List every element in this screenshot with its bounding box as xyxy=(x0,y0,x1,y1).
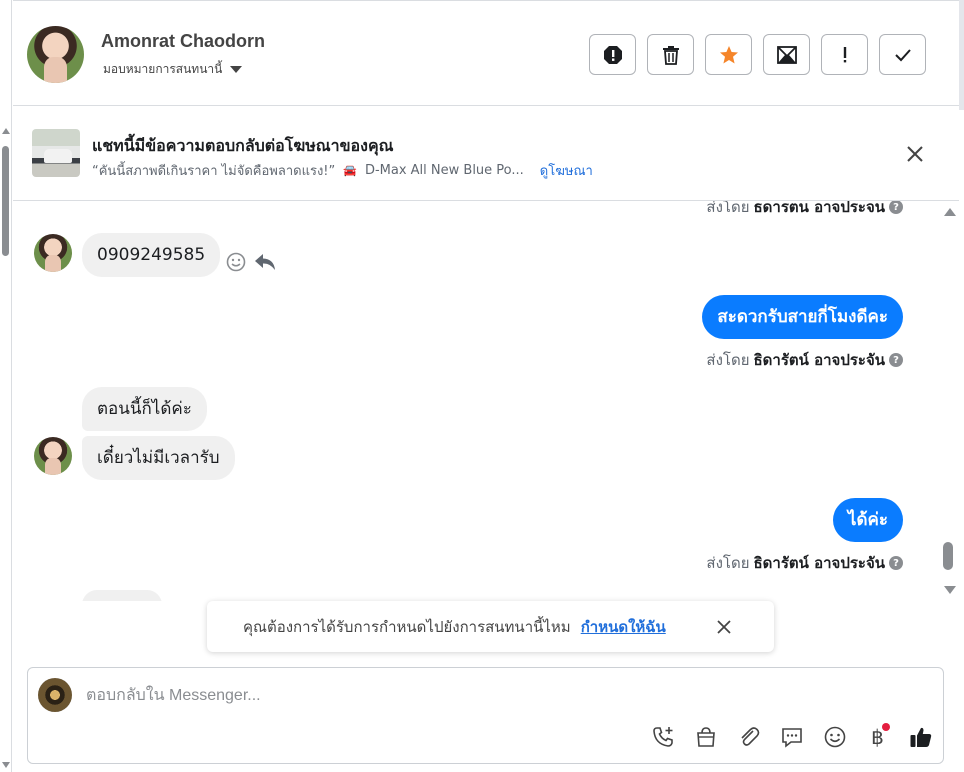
attach-button[interactable] xyxy=(734,722,763,752)
reply-icon[interactable] xyxy=(254,252,276,272)
incoming-message[interactable]: เดี๋ยวไม่มีเวลารับ xyxy=(82,436,235,480)
help-icon[interactable]: ? xyxy=(889,201,903,214)
sent-by-prefix: ส่งโดย xyxy=(706,554,750,572)
star-button[interactable] xyxy=(705,34,752,75)
thread-scrollbar[interactable] xyxy=(941,201,957,601)
shop-button[interactable] xyxy=(691,722,720,752)
message-actions xyxy=(226,252,276,272)
mark-unread-button[interactable] xyxy=(763,34,810,75)
outgoing-message[interactable]: ได้ค่ะ xyxy=(832,498,903,542)
help-icon[interactable]: ? xyxy=(889,353,903,367)
sent-by-label: ส่งโดย ธิดารัตน์ อาจประจัน ? xyxy=(706,551,903,575)
view-ad-link[interactable]: ดูโฆษณา xyxy=(540,160,593,181)
trash-icon xyxy=(662,45,679,65)
thumbs-up-icon xyxy=(910,727,931,747)
spam-button[interactable] xyxy=(589,34,636,75)
follow-up-button[interactable] xyxy=(821,34,868,75)
notification-dot xyxy=(882,723,890,731)
shopping-bag-icon xyxy=(696,727,715,747)
scroll-thumb[interactable] xyxy=(943,542,953,570)
right-edge-divider xyxy=(959,0,964,110)
assign-prompt-toast: คุณต้องการได้รับการกำหนดไปยังการสนทนานี้… xyxy=(207,601,774,652)
done-button[interactable] xyxy=(879,34,926,75)
contact-name[interactable]: Amonrat Chaodorn xyxy=(101,31,265,52)
outgoing-message[interactable]: สะดวกรับสายกี่โมงดีคะ xyxy=(702,295,903,339)
assign-conversation-dropdown[interactable]: มอบหมายการสนทนานี้ xyxy=(103,60,243,79)
assign-to-me-link[interactable]: กำหนดให้ฉัน xyxy=(581,615,666,639)
ad-thumbnail[interactable] xyxy=(32,129,80,177)
incoming-message-partial[interactable] xyxy=(82,590,162,601)
scroll-up-arrow-icon[interactable] xyxy=(944,208,956,216)
chat-bubble-icon xyxy=(781,728,802,748)
exclamation-icon xyxy=(843,46,846,62)
message-thread[interactable]: ส่งโดย ธดารตน อาจประจน ? 0909249585 สะดว… xyxy=(13,201,943,601)
exclamation-octagon-icon xyxy=(603,45,622,64)
emoji-reaction-icon[interactable] xyxy=(226,252,246,272)
envelope-icon xyxy=(776,45,797,64)
contact-avatar[interactable] xyxy=(27,26,84,83)
left-scrollbar[interactable] xyxy=(0,0,12,772)
reply-composer: ฿ xyxy=(27,667,944,764)
emoji-button[interactable] xyxy=(820,722,849,752)
saved-replies-button[interactable] xyxy=(777,722,806,752)
scroll-down-arrow-icon[interactable] xyxy=(944,586,956,594)
call-button[interactable] xyxy=(648,722,677,752)
paperclip-icon xyxy=(740,727,759,746)
help-icon[interactable]: ? xyxy=(889,556,903,570)
emoji-icon xyxy=(824,726,845,748)
conversation-header: Amonrat Chaodorn มอบหมายการสนทนานี้ xyxy=(13,0,959,106)
ad-banner-title: แชทนี้มีข้อความตอบกลับต่อโฆษณาของคุณ xyxy=(92,136,394,155)
agent-name: ธิดารัตน์ อาจประจัน xyxy=(753,351,886,369)
delete-button[interactable] xyxy=(647,34,694,75)
agent-name: ธดารตน อาจประจน xyxy=(753,201,886,216)
close-icon[interactable] xyxy=(714,617,734,637)
checkmark-icon xyxy=(894,48,911,61)
incoming-message[interactable]: 0909249585 xyxy=(82,233,221,277)
car-icon: 🚘 xyxy=(343,164,357,177)
composer-tools: ฿ xyxy=(648,722,935,752)
payment-button[interactable]: ฿ xyxy=(863,722,892,752)
customer-avatar[interactable] xyxy=(34,234,72,272)
star-icon xyxy=(719,45,738,63)
ad-banner-subtitle: “คันนี้สภาพดีเกินราคา ไม่จัดคือพลาดแรง!”… xyxy=(92,160,593,181)
incoming-message[interactable]: ตอนนี้ก็ได้ค่ะ xyxy=(82,387,207,431)
assign-label: มอบหมายการสนทนานี้ xyxy=(103,62,223,76)
chevron-down-icon xyxy=(230,66,243,73)
scroll-thumb[interactable] xyxy=(2,146,9,256)
sent-by-prefix: ส่งโดย xyxy=(706,351,750,369)
customer-avatar[interactable] xyxy=(34,437,72,475)
close-icon[interactable] xyxy=(903,142,927,166)
ad-quote: “คันนี้สภาพดีเกินราคา ไม่จัดคือพลาดแรง!” xyxy=(92,164,336,179)
scroll-up-arrow-icon[interactable] xyxy=(2,128,10,134)
page-avatar xyxy=(38,678,72,712)
ad-reply-banner: แชทนี้มีข้อความตอบกลับต่อโฆษณาของคุณ “คั… xyxy=(13,106,959,201)
sent-by-label: ส่งโดย ธดารตน อาจประจน ? xyxy=(706,201,903,219)
reply-input[interactable] xyxy=(86,684,906,708)
messenger-conversation-panel: Amonrat Chaodorn มอบหมายการสนทนานี้ แชทน… xyxy=(0,0,964,772)
agent-name: ธิดารัตน์ อาจประจัน xyxy=(753,554,886,572)
phone-add-icon xyxy=(652,727,673,747)
like-button[interactable] xyxy=(906,722,935,752)
ad-name: D-Max All New Blue Po... xyxy=(364,163,524,178)
scroll-down-arrow-icon[interactable] xyxy=(2,762,10,768)
sent-by-prefix: ส่งโดย xyxy=(706,201,750,216)
toast-text: คุณต้องการได้รับการกำหนดไปยังการสนทนานี้… xyxy=(243,617,571,636)
header-actions xyxy=(589,34,926,75)
sent-by-label: ส่งโดย ธิดารัตน์ อาจประจัน ? xyxy=(706,348,903,372)
